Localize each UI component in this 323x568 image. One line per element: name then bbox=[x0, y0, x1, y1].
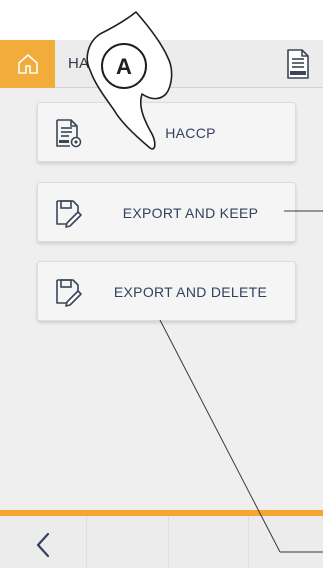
home-icon bbox=[17, 54, 38, 74]
main-content: HACCP EXPORT AND KEEP EXPORT AND DELETE bbox=[0, 88, 323, 510]
footer-divider bbox=[168, 516, 169, 568]
app-screen: HACCP HACCP EXPORT AND KEEP EXPORT AND D… bbox=[0, 0, 323, 568]
chevron-left-icon bbox=[36, 532, 50, 558]
save-export-icon bbox=[56, 200, 82, 228]
haccp-document-icon bbox=[56, 119, 82, 148]
export-and-delete-button[interactable]: EXPORT AND DELETE bbox=[37, 261, 296, 321]
footer-divider bbox=[248, 516, 249, 568]
export-and-delete-label: EXPORT AND DELETE bbox=[113, 284, 268, 300]
haccp-button[interactable]: HACCP bbox=[37, 102, 296, 162]
haccp-button-label: HACCP bbox=[165, 125, 216, 141]
page-title: HACCP bbox=[68, 55, 122, 72]
footer-divider bbox=[86, 516, 87, 568]
top-strip bbox=[0, 0, 323, 40]
back-button[interactable] bbox=[26, 528, 66, 562]
haccp-document-icon bbox=[287, 49, 309, 79]
export-and-keep-label: EXPORT AND KEEP bbox=[122, 205, 259, 221]
header-bar: HACCP bbox=[0, 40, 323, 88]
export-and-keep-button[interactable]: EXPORT AND KEEP bbox=[37, 182, 296, 242]
save-export-icon bbox=[56, 279, 82, 307]
footer-bar bbox=[0, 516, 323, 568]
home-button[interactable] bbox=[0, 40, 55, 88]
